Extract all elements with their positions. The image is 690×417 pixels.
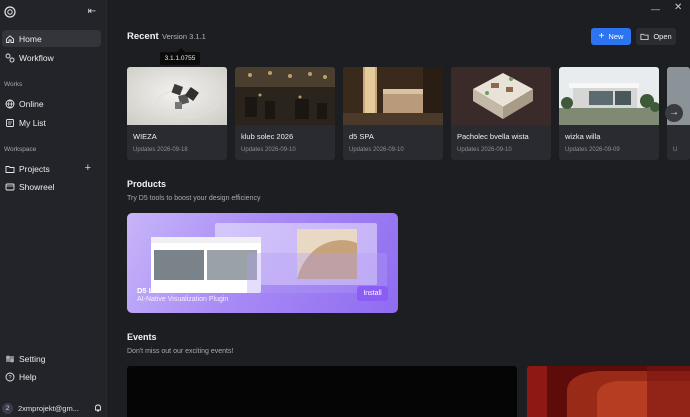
project-card[interactable]: klub solec 2026 Updates 2026-09-10 — [235, 67, 335, 160]
project-name: klub solec 2026 — [241, 132, 294, 141]
new-button-label: New — [608, 32, 624, 41]
notification-bell-icon[interactable] — [93, 403, 103, 413]
sidebar-item-workflow[interactable]: Workflow — [2, 49, 101, 66]
sidebar-item-label: Home — [19, 33, 42, 44]
product-subtitle: AI-Native Visualization Plugin — [137, 296, 229, 303]
project-card[interactable]: d5 SPA Updates 2026-09-10 — [343, 67, 443, 160]
project-card[interactable]: wizka willa Updates 2026-09-09 — [559, 67, 659, 160]
project-name: WIEZA — [133, 132, 157, 141]
sidebar-item-label: Projects — [19, 163, 50, 174]
project-card[interactable]: WIEZA Updates 2026-09-18 — [127, 67, 227, 160]
section-label-workspace: Workspace — [4, 146, 37, 153]
sidebar-item-label: My List — [19, 117, 46, 128]
project-thumbnail — [343, 67, 443, 125]
product-title: D5 Lite — [137, 286, 163, 295]
app-logo-icon — [4, 6, 16, 18]
sidebar-item-label: Workflow — [19, 52, 54, 63]
settings-icon — [5, 354, 15, 364]
sidebar-item-online[interactable]: Online — [2, 95, 101, 112]
version-tooltip: 3.1.1.0755 — [160, 48, 200, 65]
sidebar-item-label: Online — [19, 98, 44, 109]
sidebar-item-label: Showreel — [19, 181, 55, 192]
folder-open-icon — [640, 33, 649, 41]
user-account[interactable]: 2 2xmprojekt@gm... — [2, 400, 105, 416]
project-name: d5 SPA — [349, 132, 374, 141]
close-icon[interactable]: ✕ — [674, 3, 684, 13]
sidebar-item-setting[interactable]: Setting — [2, 350, 101, 367]
folder-icon — [5, 164, 15, 174]
event-card[interactable] — [127, 366, 517, 417]
project-date: Updates 2026-09-09 — [565, 147, 620, 153]
event-card[interactable] — [527, 366, 690, 417]
install-button[interactable]: Install — [357, 286, 388, 301]
globe-icon — [5, 99, 15, 109]
minimize-icon[interactable]: — — [651, 4, 661, 14]
project-name: wizka willa — [565, 132, 601, 141]
project-date: Updates 2026-09-18 — [133, 147, 188, 153]
sidebar: ⇤ Home Workflow Works Online My List Wor… — [0, 0, 107, 417]
avatar: 2 — [2, 402, 13, 414]
section-title-events: Events — [127, 332, 157, 342]
project-name: Pacholec bvella wista — [457, 132, 529, 141]
add-project-icon[interactable]: + — [85, 160, 91, 177]
project-thumbnail — [235, 67, 335, 125]
svg-text:?: ? — [8, 375, 11, 381]
workflow-icon — [5, 53, 15, 63]
user-email: 2xmprojekt@gm... — [18, 403, 79, 413]
section-title-products: Products — [127, 179, 167, 189]
section-subtitle-products: Try D5 tools to boost your design effici… — [127, 195, 261, 202]
list-icon — [5, 118, 15, 128]
sidebar-item-help[interactable]: ? Help — [2, 368, 101, 385]
event-thumbnail — [527, 366, 690, 417]
section-title-recent: Recent — [127, 31, 159, 42]
sidebar-item-label: Setting — [19, 353, 46, 364]
section-label-works: Works — [4, 81, 23, 88]
project-thumbnail — [451, 67, 551, 125]
project-thumbnail — [127, 67, 227, 125]
new-project-button[interactable]: + New — [591, 28, 631, 45]
sidebar-item-my-list[interactable]: My List — [2, 114, 101, 131]
project-date: Updates 2026-09-10 — [349, 147, 404, 153]
product-card-d5-lite[interactable]: D5 Lite AI-Native Visualization Plugin I… — [127, 213, 398, 313]
sidebar-item-showreel[interactable]: Showreel — [2, 178, 101, 195]
project-thumbnail — [559, 67, 659, 125]
plus-icon: + — [598, 30, 605, 42]
project-date: Updates 2026-09-10 — [457, 147, 512, 153]
open-button-label: Open — [653, 32, 672, 41]
showreel-icon — [5, 182, 15, 192]
sidebar-item-projects[interactable]: Projects + — [2, 160, 101, 177]
help-icon: ? — [5, 372, 15, 382]
collapse-sidebar-icon[interactable]: ⇤ — [86, 6, 98, 18]
scroll-right-arrow-icon[interactable]: → — [665, 104, 683, 122]
sidebar-item-home[interactable]: Home — [2, 30, 101, 47]
section-subtitle-events: Don't miss out our exciting events! — [127, 348, 234, 355]
sidebar-item-label: Help — [19, 371, 37, 382]
version-label[interactable]: Version 3.1.1 — [162, 32, 206, 41]
project-date: Updates 2026-09-10 — [241, 147, 296, 153]
open-project-button[interactable]: Open — [636, 28, 676, 45]
project-card[interactable]: Pacholec bvella wista Updates 2026-09-10 — [451, 67, 551, 160]
home-icon — [5, 34, 15, 44]
project-date: U — [673, 147, 678, 153]
